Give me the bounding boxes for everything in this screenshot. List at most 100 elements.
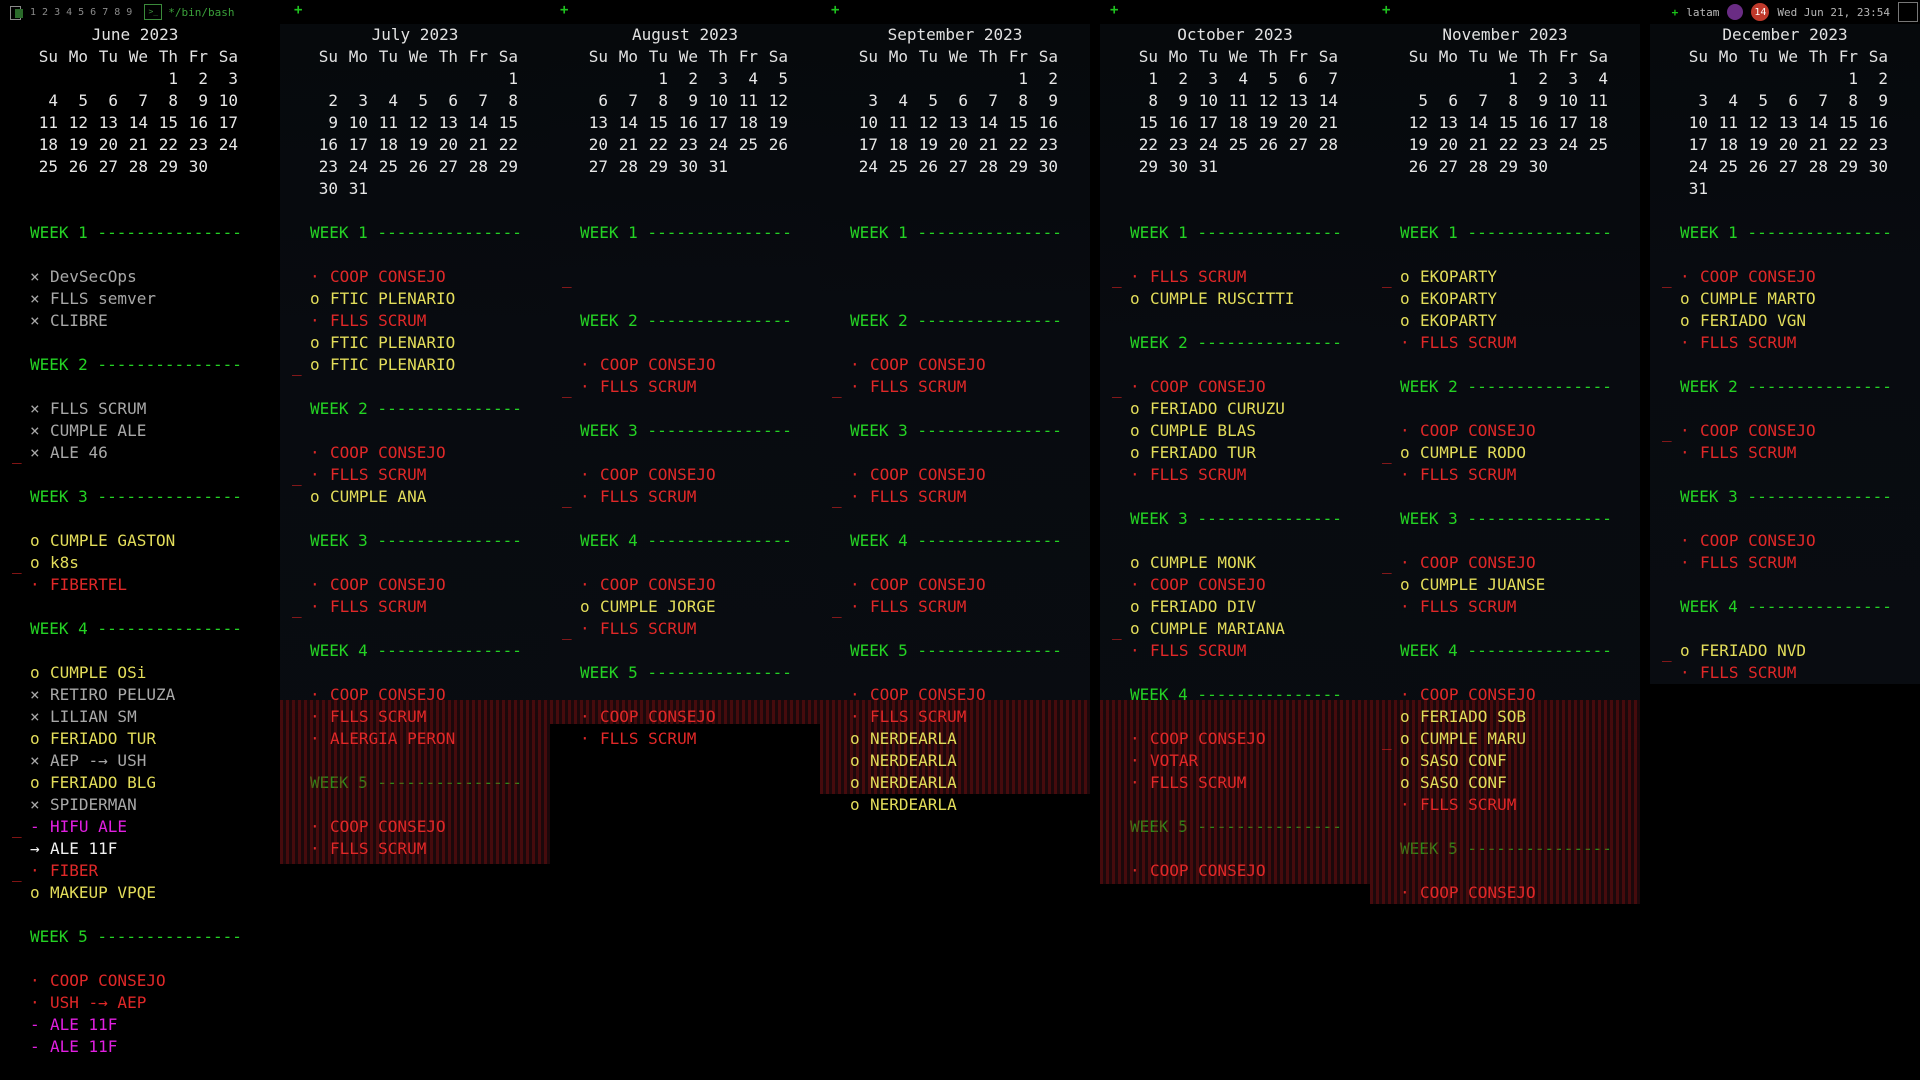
- calendar-day[interactable]: 17: [1680, 134, 1710, 156]
- agenda-item[interactable]: o CUMPLE RUSCITTI: [1100, 288, 1370, 310]
- calendar-day[interactable]: 13: [1770, 112, 1800, 134]
- calendar-day[interactable]: 2: [180, 68, 210, 90]
- calendar-day[interactable]: 17: [210, 112, 240, 134]
- agenda-item[interactable]: · COOP CONSEJO: [1100, 728, 1370, 750]
- calendar-day[interactable]: 31: [700, 156, 730, 178]
- calendar-day[interactable]: 27: [430, 156, 460, 178]
- calendar-day[interactable]: 28: [610, 156, 640, 178]
- calendar-day[interactable]: 26: [400, 156, 430, 178]
- agenda-item[interactable]: · ALERGIA PERON: [280, 728, 550, 750]
- calendar-day[interactable]: 1: [640, 68, 670, 90]
- calendar-day[interactable]: 5: [1740, 90, 1770, 112]
- agenda-item[interactable]: o CUMPLE MARTO: [1650, 288, 1920, 310]
- agenda-item[interactable]: · COOP CONSEJO: [550, 464, 820, 486]
- calendar-day[interactable]: 20: [1430, 134, 1460, 156]
- calendar-day[interactable]: 5: [760, 68, 790, 90]
- calendar-day[interactable]: 10: [700, 90, 730, 112]
- calendar-day[interactable]: 9: [310, 112, 340, 134]
- calendar-day[interactable]: 20: [1770, 134, 1800, 156]
- calendar-day[interactable]: 8: [1490, 90, 1520, 112]
- agenda-item[interactable]: o CUMPLE MONK: [1100, 552, 1370, 574]
- calendar-day[interactable]: 28: [460, 156, 490, 178]
- calendar-day[interactable]: 19: [910, 134, 940, 156]
- agenda-item[interactable]: _: [550, 266, 820, 288]
- calendar-day[interactable]: 21: [1800, 134, 1830, 156]
- agenda-item[interactable]: _ · FLLS SCRUM: [820, 376, 1090, 398]
- agenda-item[interactable]: · FLLS SCRUM: [280, 706, 550, 728]
- calendar-day[interactable]: 20: [940, 134, 970, 156]
- agenda-item[interactable]: × SPIDERMAN: [0, 794, 270, 816]
- calendar-day[interactable]: 27: [1770, 156, 1800, 178]
- agenda-item[interactable]: · FLLS SCRUM: [1650, 552, 1920, 574]
- calendar-day[interactable]: 2: [670, 68, 700, 90]
- calendar-day[interactable]: 26: [1740, 156, 1770, 178]
- calendar-day[interactable]: 7: [1460, 90, 1490, 112]
- calendar-day[interactable]: 22: [150, 134, 180, 156]
- calendar-day[interactable]: 12: [1250, 90, 1280, 112]
- calendar-day[interactable]: 25: [30, 156, 60, 178]
- calendar-day[interactable]: 22: [1130, 134, 1160, 156]
- calendar-day[interactable]: 7: [1310, 68, 1340, 90]
- agenda-item[interactable]: _ · FLLS SCRUM: [550, 376, 820, 398]
- calendar-day[interactable]: 20: [580, 134, 610, 156]
- calendar-day[interactable]: 23: [1160, 134, 1190, 156]
- agenda-item[interactable]: · COOP CONSEJO: [820, 354, 1090, 376]
- calendar-day[interactable]: 22: [1000, 134, 1030, 156]
- calendar-day[interactable]: 4: [1580, 68, 1610, 90]
- calendar-day[interactable]: 29: [640, 156, 670, 178]
- agenda-item[interactable]: · COOP CONSEJO: [1370, 882, 1640, 904]
- calendar-day[interactable]: 11: [1580, 90, 1610, 112]
- calendar-day[interactable]: 3: [850, 90, 880, 112]
- calendar-day[interactable]: 10: [1190, 90, 1220, 112]
- calendar-day[interactable]: 5: [910, 90, 940, 112]
- agenda-item[interactable]: · COOP CONSEJO: [550, 354, 820, 376]
- calendar-day[interactable]: 3: [210, 68, 240, 90]
- calendar-day[interactable]: 28: [970, 156, 1000, 178]
- calendar-day[interactable]: 20: [1280, 112, 1310, 134]
- calendar-day[interactable]: 15: [640, 112, 670, 134]
- calendar-day[interactable]: 29: [490, 156, 520, 178]
- calendar-day[interactable]: 31: [1190, 156, 1220, 178]
- calendar-day[interactable]: 23: [1860, 134, 1890, 156]
- calendar-day[interactable]: 4: [30, 90, 60, 112]
- calendar-day[interactable]: 22: [1490, 134, 1520, 156]
- calendar-day[interactable]: 18: [730, 112, 760, 134]
- plus-icon[interactable]: +: [560, 2, 568, 18]
- calendar-day[interactable]: 24: [1190, 134, 1220, 156]
- calendar-day[interactable]: 29: [1130, 156, 1160, 178]
- calendar-day[interactable]: 9: [1160, 90, 1190, 112]
- calendar-day[interactable]: 1: [490, 68, 520, 90]
- calendar-day[interactable]: 28: [1310, 134, 1340, 156]
- calendar-day[interactable]: 26: [1250, 134, 1280, 156]
- agenda-item[interactable]: o NERDEARLA: [820, 728, 1090, 750]
- calendar-day[interactable]: 8: [150, 90, 180, 112]
- calendar-day[interactable]: 6: [430, 90, 460, 112]
- calendar-day[interactable]: 15: [1830, 112, 1860, 134]
- calendar-day[interactable]: 6: [580, 90, 610, 112]
- calendar-day[interactable]: 18: [1580, 112, 1610, 134]
- agenda-item[interactable]: o EKOPARTY: [1370, 310, 1640, 332]
- agenda-item[interactable]: _ o CUMPLE MARIANA: [1100, 618, 1370, 640]
- calendar-day[interactable]: 18: [30, 134, 60, 156]
- calendar-day[interactable]: 3: [1680, 90, 1710, 112]
- agenda-item[interactable]: o FERIADO TUR: [1100, 442, 1370, 464]
- agenda-item[interactable]: o FERIADO BLG: [0, 772, 270, 794]
- agenda-item[interactable]: · COOP CONSEJO: [280, 684, 550, 706]
- calendar-day[interactable]: 8: [490, 90, 520, 112]
- agenda-item[interactable]: _ o FTIC PLENARIO: [280, 354, 550, 376]
- agenda-item[interactable]: × RETIRO PELUZA: [0, 684, 270, 706]
- calendar-day[interactable]: 7: [1800, 90, 1830, 112]
- calendar-day[interactable]: 9: [670, 90, 700, 112]
- calendar-day[interactable]: 27: [90, 156, 120, 178]
- calendar-day[interactable]: 29: [1830, 156, 1860, 178]
- calendar-day[interactable]: 11: [730, 90, 760, 112]
- agenda-item[interactable]: o CUMPLE BLAS: [1100, 420, 1370, 442]
- calendar-day[interactable]: 10: [1550, 90, 1580, 112]
- calendar-day[interactable]: 23: [670, 134, 700, 156]
- agenda-item[interactable]: _ · FLLS SCRUM: [550, 618, 820, 640]
- agenda-item[interactable]: · COOP CONSEJO: [820, 574, 1090, 596]
- calendar-day[interactable]: 14: [120, 112, 150, 134]
- agenda-item[interactable]: - ALE 11F: [0, 1036, 270, 1058]
- calendar-day[interactable]: 17: [1190, 112, 1220, 134]
- agenda-item[interactable]: · COOP CONSEJO: [280, 442, 550, 464]
